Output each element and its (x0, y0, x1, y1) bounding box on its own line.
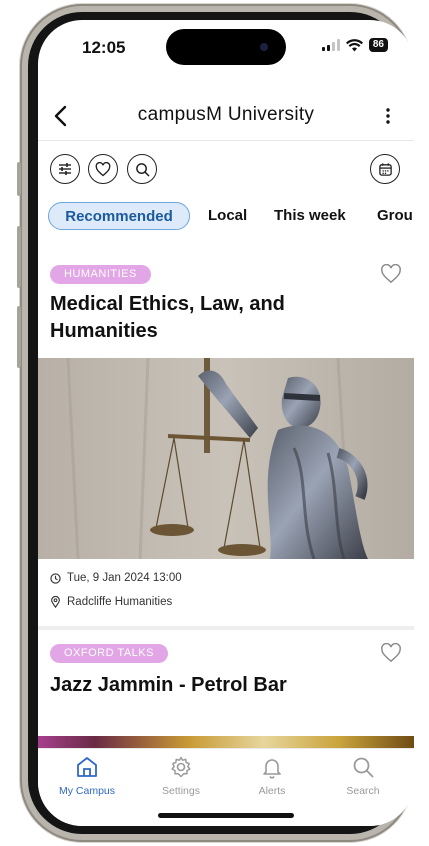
nav-label: Alerts (258, 785, 286, 797)
gear-icon (171, 756, 191, 778)
volume-up-button (17, 226, 21, 288)
home-icon (77, 757, 97, 777)
event-datetime: Tue, 9 Jan 2024 13:00 (50, 572, 182, 584)
event-title[interactable]: Jazz Jammin - Petrol Bar (50, 672, 390, 699)
dynamic-island (166, 29, 286, 65)
favorites-button[interactable] (88, 154, 118, 184)
event-image[interactable] (38, 358, 414, 559)
nav-my-campus[interactable]: My Campus (40, 755, 134, 797)
event-location-text: Radcliffe Humanities (67, 596, 173, 608)
page-title: campusM University (137, 104, 315, 125)
app-screen: 12:05 86 campusM University Recommended … (38, 20, 414, 826)
heart-outline-icon (95, 161, 111, 176)
tab-local[interactable]: Local (208, 202, 247, 230)
filter-toolbar (50, 154, 402, 186)
more-vertical-icon[interactable] (376, 104, 400, 128)
event-title[interactable]: Medical Ethics, Law, and Humanities (50, 291, 390, 345)
battery-indicator: 86 (368, 38, 388, 52)
card-separator (38, 626, 414, 630)
search-icon (135, 162, 149, 176)
nav-search[interactable]: Search (316, 755, 410, 797)
app-header: campusM University (38, 92, 414, 140)
nav-settings[interactable]: Settings (134, 755, 228, 797)
favorite-heart-icon[interactable] (380, 643, 402, 663)
status-time: 12:05 (82, 38, 126, 57)
tab-this-week[interactable]: This week (274, 202, 346, 230)
location-pin-icon (51, 596, 60, 608)
sliders-icon (59, 163, 71, 175)
tab-groups[interactable]: Grou (377, 202, 413, 230)
wifi-icon (345, 38, 363, 51)
nav-label: My Campus (58, 785, 115, 797)
home-indicator[interactable] (158, 813, 294, 818)
event-image-partial[interactable] (38, 736, 414, 748)
calendar-icon (378, 162, 392, 176)
nav-label: Settings (162, 785, 200, 797)
nav-label: Search (346, 785, 380, 797)
action-button (17, 162, 21, 196)
volume-down-button (17, 306, 21, 368)
category-badge: OXFORD TALKS (50, 644, 168, 663)
clock-icon (50, 572, 61, 584)
header-divider (38, 140, 414, 141)
tab-recommended[interactable]: Recommended (48, 202, 190, 230)
category-badge: HUMANITIES (50, 265, 151, 284)
camera-dot (260, 43, 268, 51)
status-icons: 86 (321, 38, 388, 52)
event-datetime-text: Tue, 9 Jan 2024 13:00 (67, 572, 182, 584)
event-location: Radcliffe Humanities (50, 596, 172, 608)
bottom-navigation: My Campus Settings Alerts Search (38, 748, 414, 826)
search-button[interactable] (127, 154, 157, 184)
nav-alerts[interactable]: Alerts (225, 755, 319, 797)
calendar-button[interactable] (370, 154, 400, 184)
search-icon (353, 757, 374, 778)
filter-button[interactable] (50, 154, 80, 184)
cellular-signal-icon (321, 39, 340, 51)
bell-icon (263, 759, 281, 779)
favorite-heart-icon[interactable] (380, 264, 402, 284)
